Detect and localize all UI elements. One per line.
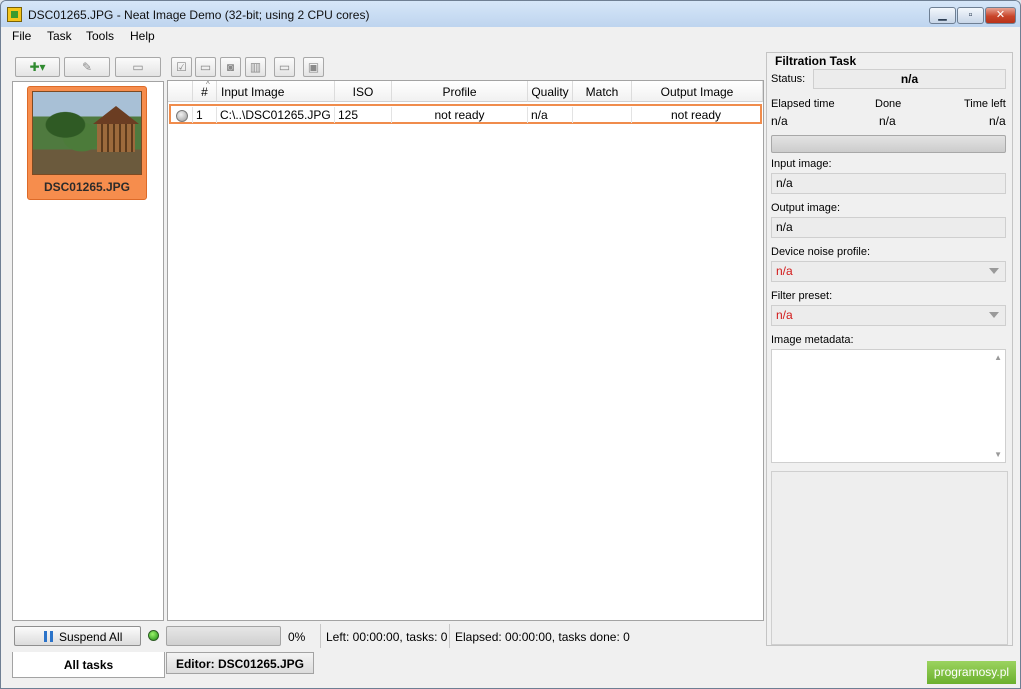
divider bbox=[449, 624, 450, 648]
table-row[interactable]: 1 C:\..\DSC01265.JPG 125 not ready n/a n… bbox=[169, 104, 762, 124]
histogram-icon: ▥ bbox=[249, 60, 262, 74]
title-bar[interactable]: DSC01265.JPG - Neat Image Demo (32-bit; … bbox=[1, 1, 1020, 29]
row-status-cell bbox=[171, 107, 193, 123]
gazebo-shape bbox=[97, 124, 135, 152]
chevron-down-icon[interactable] bbox=[989, 268, 999, 274]
preview-box bbox=[771, 471, 1008, 645]
filter-preset-value: n/a bbox=[776, 308, 793, 322]
window-title: DSC01265.JPG - Neat Image Demo (32-bit; … bbox=[28, 8, 370, 22]
elapsed-time-value: n/a bbox=[771, 114, 788, 128]
load-profile-icon: ◙ bbox=[226, 60, 235, 74]
suspend-all-label: Suspend All bbox=[59, 630, 123, 644]
row-number: 1 bbox=[193, 107, 217, 123]
header-quality[interactable]: Quality bbox=[528, 81, 573, 102]
menu-bar: File Task Tools Help bbox=[1, 27, 1020, 46]
browse-folder-button[interactable]: ▭ bbox=[274, 57, 295, 77]
watermark-badge: programosy.pl bbox=[927, 661, 1016, 684]
progress-percent: 0% bbox=[288, 630, 306, 644]
elapsed-time-label: Elapsed time bbox=[771, 98, 835, 110]
tab-editor[interactable]: Editor: DSC01265.JPG bbox=[166, 652, 314, 674]
noise-profile-dropdown[interactable]: n/a bbox=[771, 261, 1006, 282]
filter-preset-dropdown[interactable]: n/a bbox=[771, 305, 1006, 326]
edit-task-button[interactable]: ✎ bbox=[64, 57, 110, 77]
noise-profile-value: n/a bbox=[776, 264, 793, 278]
chevron-down-icon[interactable] bbox=[989, 312, 999, 318]
close-button[interactable]: ✕ bbox=[985, 7, 1016, 24]
thumbnail-card[interactable]: DSC01265.JPG bbox=[27, 86, 147, 200]
input-image-field: n/a bbox=[771, 173, 1006, 194]
app-window: DSC01265.JPG - Neat Image Demo (32-bit; … bbox=[0, 0, 1021, 689]
thumbnail-image bbox=[32, 91, 142, 175]
overall-progress-bar bbox=[166, 626, 281, 646]
filter-preset-label: Filter preset: bbox=[771, 290, 833, 302]
header-input-image[interactable]: Input Image bbox=[217, 81, 335, 102]
time-left-label: Time left bbox=[964, 98, 1006, 110]
add-files-icon: ✚▾ bbox=[29, 60, 46, 74]
row-profile: not ready bbox=[392, 107, 528, 123]
header-number[interactable]: ^ # bbox=[193, 80, 217, 102]
row-quality: n/a bbox=[528, 107, 573, 123]
menu-tools[interactable]: Tools bbox=[86, 29, 114, 43]
scroll-up-icon[interactable]: ▲ bbox=[994, 353, 1002, 362]
open-folder-icon: ▭ bbox=[199, 60, 212, 74]
menu-task[interactable]: Task bbox=[47, 29, 72, 43]
row-input-image: C:\..\DSC01265.JPG bbox=[217, 107, 335, 123]
check-list-button[interactable]: ☑ bbox=[171, 57, 192, 77]
edit-icon: ✎ bbox=[81, 60, 93, 74]
row-match bbox=[573, 107, 632, 123]
elapsed-text: Elapsed: 00:00:00, tasks done: 0 bbox=[455, 630, 630, 644]
remove-task-button[interactable]: ▭ bbox=[115, 57, 161, 77]
thumbnail-panel: DSC01265.JPG bbox=[12, 81, 164, 621]
time-left-value: n/a bbox=[989, 114, 1006, 128]
filtration-task-panel: Filtration Task Status: n/a Elapsed time… bbox=[766, 52, 1013, 646]
panel-title: Filtration Task bbox=[775, 54, 857, 68]
header-match[interactable]: Match bbox=[573, 81, 632, 102]
input-image-label: Input image: bbox=[771, 158, 832, 170]
status-value: n/a bbox=[813, 69, 1006, 89]
task-progress-bar bbox=[771, 135, 1006, 153]
divider bbox=[320, 624, 321, 648]
save-icon: ▣ bbox=[307, 60, 320, 74]
remove-icon: ▭ bbox=[132, 60, 144, 74]
task-table: ^ # Input Image ISO Profile Quality Matc… bbox=[167, 80, 764, 621]
app-icon[interactable] bbox=[7, 7, 22, 22]
scroll-down-icon[interactable]: ▼ bbox=[994, 450, 1002, 459]
row-output-image: not ready bbox=[670, 108, 722, 122]
done-value: n/a bbox=[879, 114, 896, 128]
add-files-button[interactable]: ✚▾ bbox=[15, 57, 60, 77]
save-button[interactable]: ▣ bbox=[303, 57, 324, 77]
tab-all-tasks[interactable]: All tasks bbox=[12, 652, 165, 678]
time-left-text: Left: 00:00:00, tasks: 0 bbox=[326, 630, 448, 644]
status-led-icon bbox=[148, 630, 159, 641]
header-output-image[interactable]: Output Image bbox=[632, 81, 763, 102]
suspend-all-button[interactable]: Suspend All bbox=[14, 626, 141, 646]
image-metadata-label: Image metadata: bbox=[771, 334, 854, 346]
status-dot-icon bbox=[176, 110, 188, 122]
thumbnail-label: DSC01265.JPG bbox=[43, 180, 131, 194]
noise-profile-label: Device noise profile: bbox=[771, 246, 871, 258]
maximize-button[interactable]: ▫ bbox=[957, 7, 984, 24]
header-profile[interactable]: Profile bbox=[392, 81, 528, 102]
check-list-icon: ☑ bbox=[176, 60, 187, 74]
output-image-field: n/a bbox=[771, 217, 1006, 238]
histogram-button[interactable]: ▥ bbox=[245, 57, 266, 77]
menu-help[interactable]: Help bbox=[130, 29, 155, 43]
pause-icon bbox=[44, 631, 53, 642]
image-metadata-box[interactable]: ▲ ▼ bbox=[771, 349, 1006, 463]
header-iso[interactable]: ISO bbox=[335, 81, 392, 102]
browse-folder-icon: ▭ bbox=[278, 60, 291, 74]
gazebo-roof-shape bbox=[93, 106, 139, 124]
done-label: Done bbox=[875, 98, 902, 110]
row-iso: 125 bbox=[335, 107, 392, 123]
output-image-label: Output image: bbox=[771, 202, 841, 214]
status-label: Status: bbox=[771, 73, 806, 85]
header-status[interactable] bbox=[168, 81, 193, 102]
load-profile-button[interactable]: ◙ bbox=[220, 57, 241, 77]
menu-file[interactable]: File bbox=[12, 29, 31, 43]
sort-arrow-icon: ^ bbox=[206, 80, 210, 89]
main-area: ✚▾ ✎ ▭ ☑ ▭ ◙ ▥ ▭ ▣ DSC01265.JPG ^ # Inpu… bbox=[1, 46, 1020, 688]
minimize-button[interactable]: ▁ bbox=[929, 7, 956, 24]
